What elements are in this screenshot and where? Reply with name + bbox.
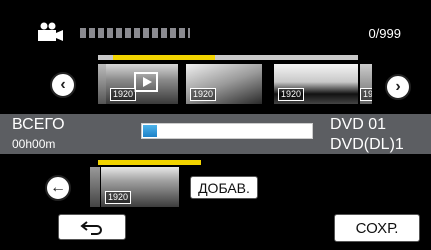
- playlist-thumbnail[interactable]: 1920: [101, 167, 179, 207]
- resolution-badge: 1920: [278, 88, 305, 101]
- arrow-left-circle-icon[interactable]: ←: [45, 175, 71, 201]
- disc-count-dvd-dl: DVD(DL)1: [330, 136, 404, 153]
- resolution-badge: 1920: [105, 191, 132, 204]
- edit-playlist-screen: 0/999 ‹ 1920 1920 1920 19 › ВСЕГО 00h00m…: [0, 0, 431, 250]
- chevron-left-icon[interactable]: ‹: [50, 72, 76, 98]
- recording-date-placeholder: [80, 28, 190, 38]
- total-label: ВСЕГО: [12, 116, 65, 133]
- play-icon: [134, 72, 158, 92]
- scene-thumbnail[interactable]: 1920: [274, 64, 358, 104]
- playlist-thumbnail-edge: [90, 167, 100, 207]
- resolution-badge: 19: [360, 88, 372, 101]
- return-button[interactable]: [58, 214, 126, 240]
- resolution-badge: 1920: [110, 88, 137, 101]
- scene-thumbnail[interactable]: 1920: [106, 64, 178, 104]
- disc-capacity-bar: [141, 123, 313, 139]
- scene-scroll-position: [113, 55, 215, 60]
- save-button[interactable]: СОХР.: [334, 214, 420, 242]
- disc-capacity-fill: [143, 125, 157, 137]
- movie-camera-icon: [38, 22, 63, 41]
- playlist-scroll-position: [98, 160, 201, 165]
- scene-counter: 0/999: [368, 26, 401, 41]
- return-arrow-icon: [80, 221, 102, 235]
- chevron-right-icon[interactable]: ›: [385, 74, 411, 100]
- add-button[interactable]: ДОБАВ.: [190, 176, 258, 199]
- disc-count-dvd: DVD 01: [330, 116, 387, 133]
- resolution-badge: 1920: [190, 88, 217, 101]
- total-time: 00h00m: [12, 137, 56, 151]
- scene-thumbnail-edge: [98, 64, 106, 104]
- scene-thumbnail[interactable]: 1920: [186, 64, 262, 104]
- scene-thumbnail-edge[interactable]: 19: [360, 64, 372, 104]
